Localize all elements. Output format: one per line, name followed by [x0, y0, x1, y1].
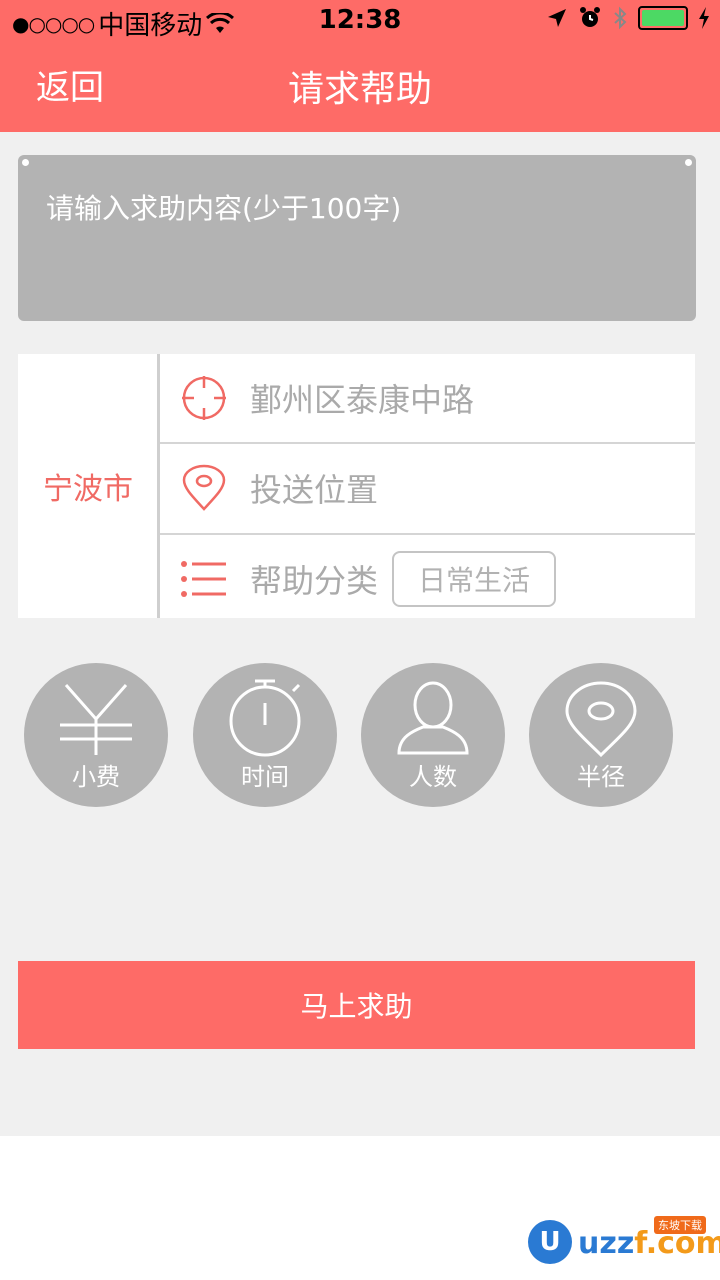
- page-title: 请求帮助: [287, 69, 432, 110]
- site-watermark: U uzzf.com 东坡下载: [522, 1212, 720, 1270]
- help-content-placeholder: 请输入求助内容(少于100字): [46, 192, 402, 225]
- delivery-location-row[interactable]: 投送位置: [160, 444, 695, 532]
- time-option-button[interactable]: 时间: [193, 663, 337, 807]
- status-indicators: [546, 6, 710, 30]
- corner-dot: [685, 159, 692, 166]
- header-bar: ●○○○○ 中国移动 12:38 返回 请求帮助: [0, 0, 720, 132]
- people-option-button[interactable]: 人数: [361, 663, 505, 807]
- tip-option-label: 小费: [72, 763, 120, 791]
- people-option-label: 人数: [409, 763, 457, 791]
- help-content-input[interactable]: 请输入求助内容(少于100字): [18, 155, 696, 321]
- address-text: 鄞州区泰康中路: [250, 381, 475, 419]
- alarm-icon: [580, 7, 600, 27]
- charging-icon: [699, 7, 709, 29]
- location-arrow-icon: [548, 9, 566, 27]
- address-row[interactable]: 鄞州区泰康中路: [160, 354, 695, 442]
- time-option-label: 时间: [241, 763, 289, 791]
- tip-option-button[interactable]: 小费: [24, 663, 168, 807]
- bluetooth-icon: [614, 6, 627, 30]
- watermark-logo-icon: U: [528, 1220, 572, 1264]
- submit-help-button[interactable]: 马上求助: [18, 961, 695, 1049]
- category-tag[interactable]: 日常生活: [392, 551, 557, 607]
- list-icon: [181, 561, 226, 597]
- city-selector[interactable]: 宁波市: [18, 354, 158, 618]
- help-category-row[interactable]: 帮助分类 日常生活: [160, 535, 695, 623]
- delivery-location-label: 投送位置: [250, 471, 379, 509]
- watermark-tagline: 东坡下载: [654, 1216, 706, 1234]
- corner-dot: [22, 159, 29, 166]
- radius-option-label: 半径: [577, 763, 625, 791]
- location-pin-icon: [182, 464, 226, 511]
- help-category-label: 帮助分类: [250, 562, 379, 600]
- location-panel: 宁波市 鄞州区泰康中路 投送位置 帮助分类 日常生活: [18, 354, 695, 618]
- radius-option-button[interactable]: 半径: [529, 663, 673, 807]
- battery-icon: [638, 6, 688, 30]
- status-bar: ●○○○○ 中国移动 12:38: [0, 0, 720, 44]
- crosshair-icon: [182, 376, 226, 420]
